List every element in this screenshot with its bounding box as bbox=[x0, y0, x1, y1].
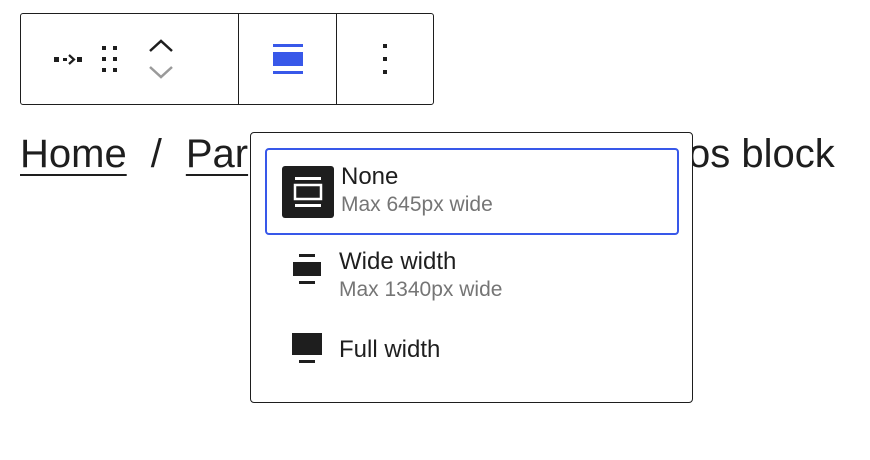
drag-handle-button[interactable] bbox=[99, 14, 121, 104]
breadcrumb-current: os block bbox=[688, 132, 835, 176]
breadcrumb-separator: / bbox=[150, 132, 162, 176]
alignment-dropdown: None Max 645px wide Wide width Max 1340p… bbox=[250, 132, 693, 403]
align-option-full-text: Full width bbox=[339, 335, 440, 365]
align-none-icon bbox=[272, 44, 303, 74]
mover-controls bbox=[147, 14, 175, 104]
option-description: Max 645px wide bbox=[341, 193, 493, 216]
breadcrumb-home-link[interactable]: Home bbox=[20, 132, 127, 176]
drag-handle-icon bbox=[102, 46, 117, 72]
move-down-button[interactable] bbox=[147, 59, 175, 85]
align-button[interactable] bbox=[272, 41, 304, 77]
move-up-button[interactable] bbox=[147, 33, 175, 59]
option-label: Full width bbox=[339, 336, 441, 363]
align-option-none-text: None Max 645px wide bbox=[341, 162, 493, 218]
block-toolbar bbox=[20, 13, 434, 105]
align-option-wide-text: Wide width Max 1340px wide bbox=[339, 247, 502, 303]
align-option-wide[interactable]: Wide width Max 1340px wide bbox=[265, 241, 679, 313]
more-options-button[interactable] bbox=[381, 42, 389, 76]
option-label: None bbox=[341, 163, 399, 190]
breadcrumb-parent-link[interactable]: Par bbox=[186, 132, 248, 176]
align-option-none[interactable]: None Max 645px wide bbox=[265, 148, 679, 235]
align-full-icon bbox=[292, 333, 322, 363]
option-description: Max 1340px wide bbox=[339, 278, 503, 301]
more-options-icon bbox=[383, 44, 387, 74]
toolbar-group-align bbox=[239, 14, 337, 104]
move-up-icon bbox=[149, 39, 173, 52]
align-wide-icon bbox=[293, 254, 321, 284]
toolbar-group-more bbox=[337, 14, 433, 104]
breadcrumb: Home / Par os block bbox=[20, 128, 835, 180]
align-none-icon bbox=[282, 166, 334, 218]
align-option-full[interactable]: Full width bbox=[265, 323, 679, 383]
toolbar-group-block bbox=[21, 14, 239, 104]
option-label: Wide width bbox=[339, 248, 457, 275]
move-down-icon bbox=[149, 66, 173, 79]
block-type-icon bbox=[54, 54, 82, 65]
